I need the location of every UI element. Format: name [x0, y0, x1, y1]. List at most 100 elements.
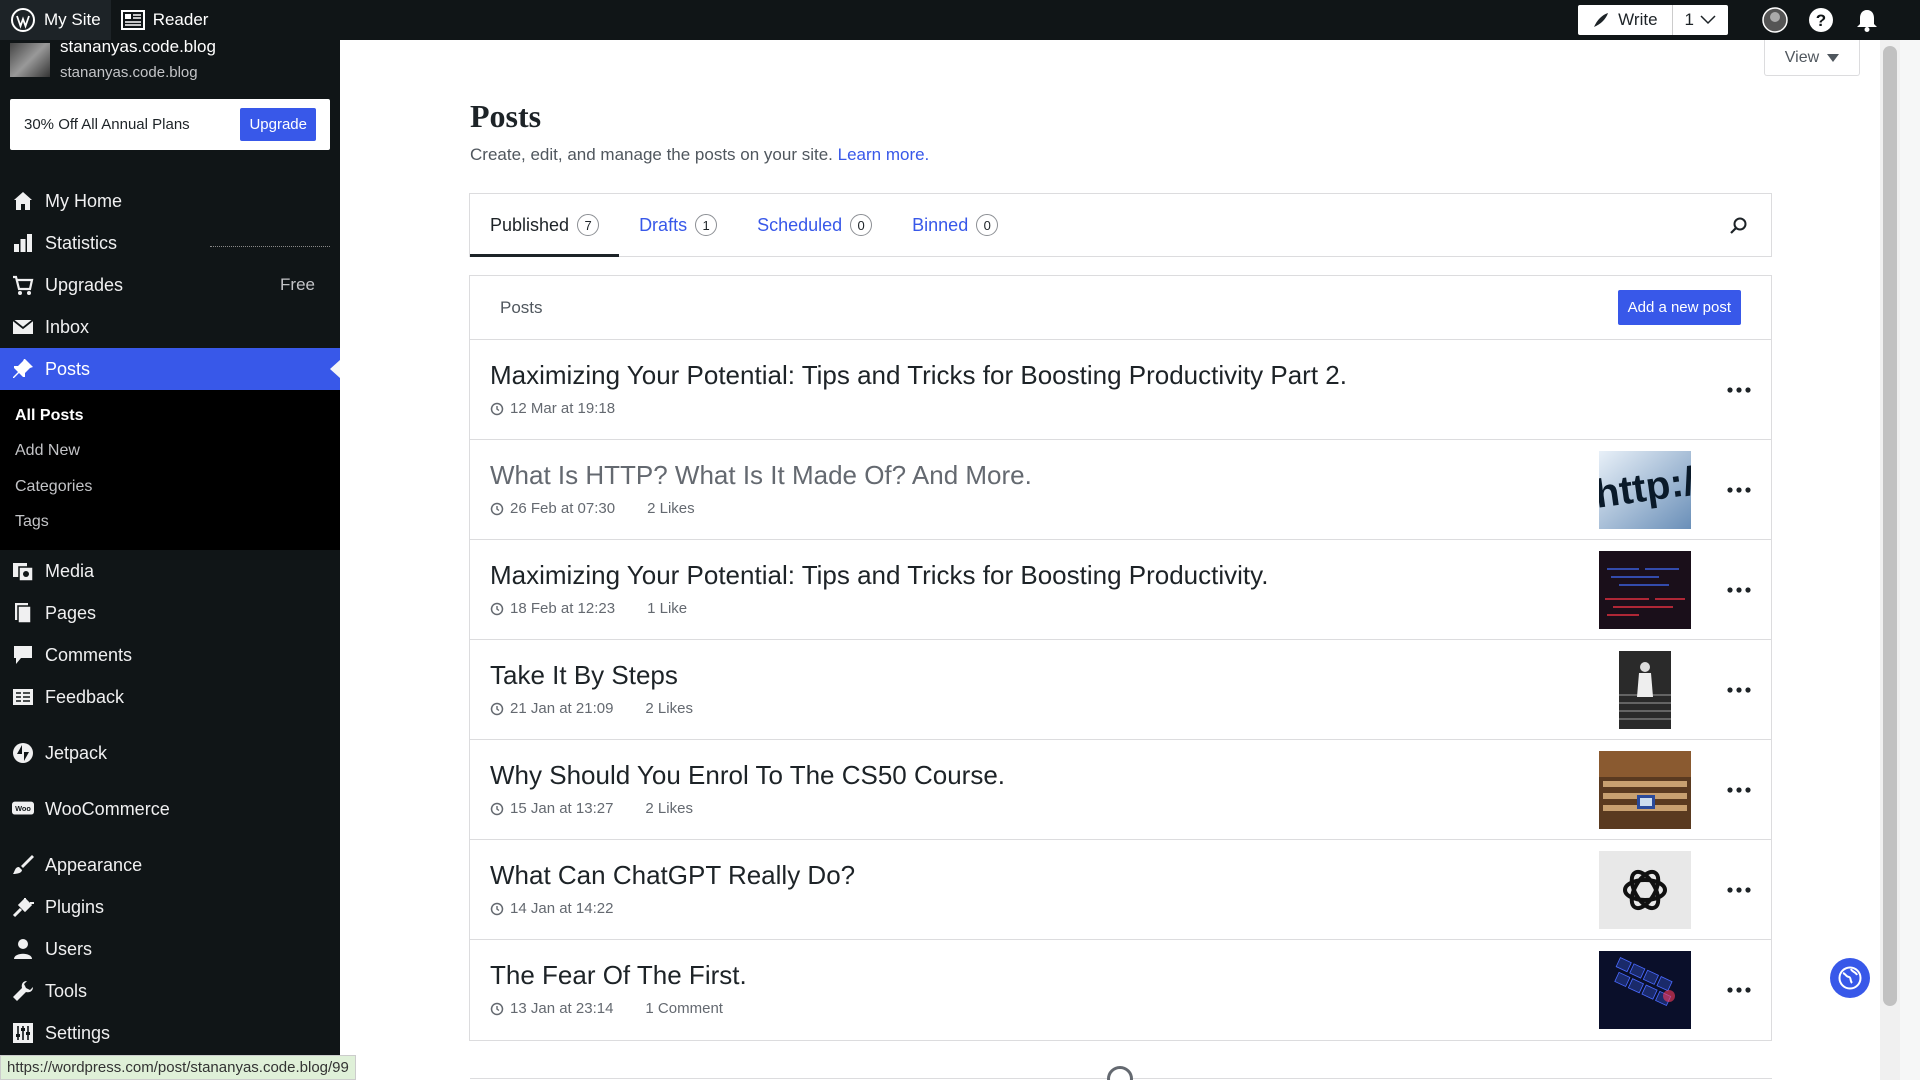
ellipsis-icon [1727, 787, 1751, 793]
nav-feedback-label: Feedback [45, 686, 125, 707]
nav-statistics[interactable]: Statistics [0, 222, 340, 264]
cart-icon [13, 275, 34, 295]
nav-woocommerce[interactable]: Woo WooCommerce [0, 788, 340, 830]
keyboard-thumbnail-image [1599, 951, 1691, 1029]
post-thumbnail [1599, 651, 1691, 729]
translate-button[interactable] [1830, 958, 1870, 998]
subnav-categories[interactable]: Categories [0, 469, 340, 505]
nav-feedback[interactable]: Feedback [0, 676, 340, 718]
ellipsis-icon [1727, 387, 1751, 393]
nav-pages[interactable]: Pages [0, 592, 340, 634]
my-site-label: My Site [44, 10, 101, 29]
help-button[interactable]: ? [1808, 7, 1834, 33]
post-meta: 14 Jan at 14:22 [490, 900, 613, 917]
write-button[interactable]: Write 1 [1578, 5, 1728, 35]
post-thumbnail [1599, 851, 1691, 929]
tab-binned[interactable]: Binned 0 [892, 193, 1018, 257]
avatar[interactable] [1762, 7, 1788, 33]
wrench-icon [13, 981, 33, 1001]
nav-my-home[interactable]: My Home [0, 180, 340, 222]
posts-list-header: Posts Add a new post [470, 276, 1771, 340]
subnav-add-new[interactable]: Add New [0, 434, 340, 470]
post-meta: 26 Feb at 07:30 2 Likes [490, 500, 695, 517]
add-new-post-button[interactable]: Add a new post [1617, 290, 1741, 325]
list-item[interactable]: Maximizing Your Potential: Tips and Tric… [470, 340, 1771, 440]
ellipsis-icon [1727, 687, 1751, 693]
post-title[interactable]: What Can ChatGPT Really Do? [490, 860, 855, 891]
list-item[interactable]: Take It By Steps 21 Jan at 21:09 2 Likes [470, 640, 1771, 740]
post-date: 14 Jan at 14:22 [510, 900, 614, 917]
post-title[interactable]: What Is HTTP? What Is It Made Of? And Mo… [490, 460, 1032, 491]
nav-upgrades[interactable]: Upgrades Free [0, 264, 340, 306]
nav-users[interactable]: Users [0, 928, 340, 970]
nav-jetpack[interactable]: Jetpack [0, 732, 340, 774]
search-button[interactable] [1729, 216, 1749, 241]
mail-icon [12, 319, 34, 334]
nav-appearance[interactable]: Appearance [0, 844, 340, 886]
learn-more-link[interactable]: Learn more. [838, 145, 930, 164]
view-site-button[interactable]: View [1764, 40, 1860, 76]
post-likes: 1 Like [647, 600, 688, 617]
nav-tools-label: Tools [45, 980, 88, 1001]
nav-comments[interactable]: Comments [0, 634, 340, 676]
post-date: 18 Feb at 12:23 [510, 600, 616, 617]
feedback-icon [13, 689, 33, 705]
post-actions-button[interactable] [1727, 378, 1751, 402]
list-item[interactable]: What Can ChatGPT Really Do? 14 Jan at 14… [470, 840, 1771, 940]
clock-icon [490, 902, 504, 915]
post-actions-button[interactable] [1727, 978, 1751, 1002]
nav-jetpack-label: Jetpack [45, 742, 108, 763]
main-content: View Posts Create, edit, and manage the … [340, 40, 1900, 1080]
post-actions-button[interactable] [1727, 478, 1751, 502]
reader-button[interactable]: Reader [111, 0, 219, 40]
post-actions-button[interactable] [1727, 678, 1751, 702]
nav-upgrades-label: Upgrades [45, 274, 124, 295]
scrollbar-thumb[interactable] [1883, 46, 1897, 1006]
post-title[interactable]: The Fear Of The First. [490, 960, 747, 991]
site-url: stananyas.code.blog [60, 63, 198, 81]
tab-count: 0 [976, 214, 999, 236]
post-actions-button[interactable] [1727, 578, 1751, 602]
nav-inbox[interactable]: Inbox [0, 306, 340, 348]
code-thumbnail-image [1599, 551, 1691, 629]
subnav-all-posts[interactable]: All Posts [0, 398, 340, 434]
my-site-button[interactable]: My Site [0, 0, 111, 40]
list-item[interactable]: What Is HTTP? What Is It Made Of? And Mo… [470, 440, 1771, 540]
nav-plugins[interactable]: Plugins [0, 886, 340, 928]
drafts-dropdown[interactable]: 1 [1673, 5, 1728, 35]
subnav-tags[interactable]: Tags [0, 505, 340, 541]
site-header[interactable]: stananyas.code.blog stananyas.code.blog [10, 38, 216, 81]
list-item[interactable]: Maximizing Your Potential: Tips and Tric… [470, 540, 1771, 640]
notifications-button[interactable] [1854, 7, 1880, 33]
post-meta: 21 Jan at 21:09 2 Likes [490, 700, 693, 717]
promo-banner: 30% Off All Annual Plans Upgrade [10, 99, 330, 150]
nav-settings[interactable]: Settings [0, 1012, 340, 1054]
post-actions-button[interactable] [1727, 778, 1751, 802]
post-actions-button[interactable] [1727, 878, 1751, 902]
scrollbar[interactable] [1880, 40, 1900, 1080]
tab-scheduled[interactable]: Scheduled 0 [737, 193, 892, 257]
list-item[interactable]: Why Should You Enrol To The CS50 Course.… [470, 740, 1771, 840]
post-title[interactable]: Why Should You Enrol To The CS50 Course. [490, 760, 1005, 791]
list-item[interactable]: The Fear Of The First. 13 Jan at 23:14 1… [470, 940, 1771, 1040]
nav-media[interactable]: Media [0, 550, 340, 592]
post-date: 26 Feb at 07:30 [510, 500, 616, 517]
settings-icon [13, 1023, 33, 1043]
nav-posts[interactable]: Posts [0, 348, 340, 390]
post-title[interactable]: Maximizing Your Potential: Tips and Tric… [490, 560, 1268, 591]
post-meta: 12 Mar at 19:18 [490, 400, 615, 417]
tab-drafts[interactable]: Drafts 1 [619, 193, 737, 257]
tab-label: Binned [912, 214, 969, 235]
clock-icon [490, 402, 504, 415]
avatar-icon [1762, 7, 1788, 33]
ellipsis-icon [1727, 987, 1751, 993]
sidebar: stananyas.code.blog stananyas.code.blog … [0, 38, 340, 1080]
tab-published[interactable]: Published 7 [470, 193, 620, 257]
chevron-down-icon [1700, 15, 1716, 25]
post-title[interactable]: Take It By Steps [490, 660, 678, 691]
upgrade-button[interactable]: Upgrade [240, 108, 316, 141]
write-label: Write [1618, 10, 1658, 29]
nav-tools[interactable]: Tools [0, 970, 340, 1012]
post-title[interactable]: Maximizing Your Potential: Tips and Tric… [490, 360, 1347, 391]
main-nav: My Home Statistics Upgrades Free Inbox P… [0, 180, 340, 1054]
